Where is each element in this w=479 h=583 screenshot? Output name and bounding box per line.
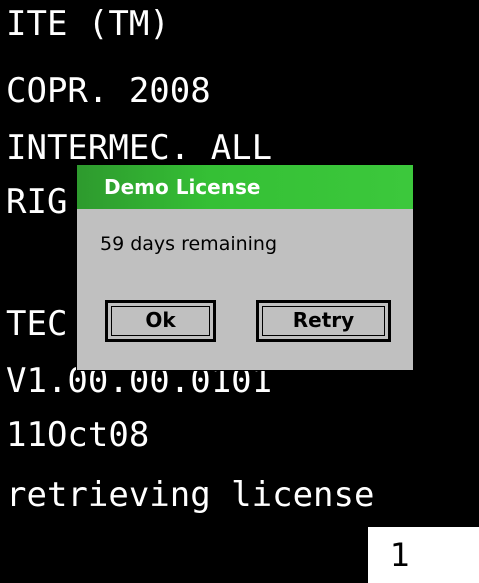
terminal-line: TEC — [6, 304, 68, 344]
terminal-line: RIG — [6, 182, 68, 222]
demo-license-dialog: Demo License 59 days remaining Ok Retry — [76, 164, 414, 371]
terminal-line: 11Oct08 — [6, 415, 150, 455]
retry-button-label: Retry — [292, 308, 355, 332]
terminal-line: ITE (TM) — [6, 4, 170, 44]
terminal-line: INTERMEC. ALL — [6, 128, 273, 168]
dialog-message: 59 days remaining — [100, 233, 278, 255]
ok-button-label: Ok — [145, 308, 176, 332]
ok-button[interactable]: Ok — [105, 300, 216, 342]
terminal-line: retrieving license — [6, 475, 375, 515]
dialog-title: Demo License — [77, 165, 413, 209]
terminal-line: COPR. 2008 — [6, 71, 211, 111]
retry-button[interactable]: Retry — [256, 300, 391, 342]
page-indicator: 1 — [368, 527, 479, 583]
